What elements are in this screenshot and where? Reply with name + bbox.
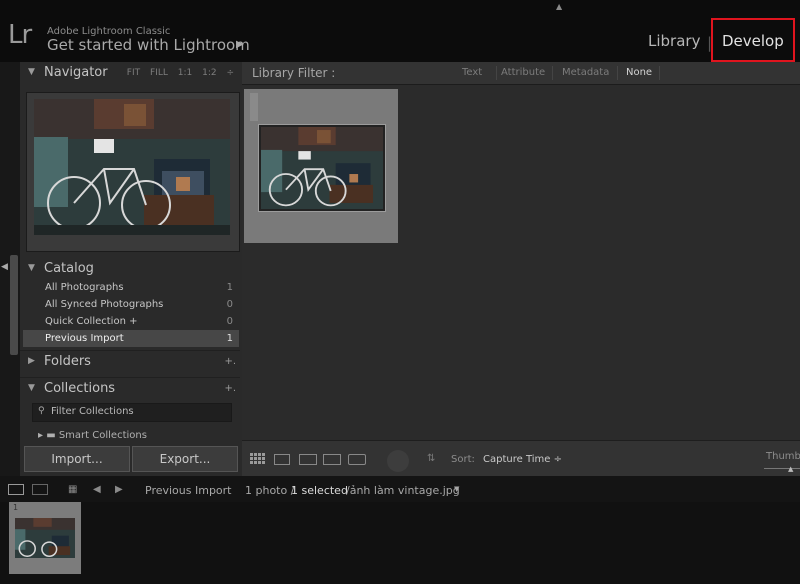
left-panel-scrollbar[interactable] xyxy=(10,255,18,355)
get-started-link[interactable]: Get started with Lightroom xyxy=(47,36,250,54)
filmstrip-bar: ▦ ◀ ▶ Previous Import 1 photo / 1 select… xyxy=(0,476,800,502)
filter-tab-divider xyxy=(496,66,497,80)
grid-cell[interactable] xyxy=(244,89,398,243)
filter-tab-divider xyxy=(552,66,553,80)
filter-tab-attribute[interactable]: Attribute xyxy=(501,67,545,78)
filmstrip-filename: /ảnh làm vintage.jpg xyxy=(346,484,460,497)
catalog-title: Catalog xyxy=(44,261,94,276)
folders-header[interactable]: ▶ Folders +. xyxy=(20,350,240,373)
cell-index-strip xyxy=(250,93,258,121)
main-window-icon[interactable] xyxy=(8,484,24,495)
filter-tab-text[interactable]: Text xyxy=(462,67,482,78)
library-filter-label: Library Filter : xyxy=(252,66,336,80)
catalog-header[interactable]: ▼ Catalog xyxy=(20,258,240,280)
filmstrip-photo-count: 1 photo / xyxy=(245,484,295,497)
sort-label: Sort: xyxy=(451,454,475,465)
filmstrip-index: 1 xyxy=(13,503,19,512)
search-icon: ⚲ xyxy=(38,406,45,416)
loupe-view-icon[interactable] xyxy=(274,454,290,465)
filmstrip-source[interactable]: Previous Import xyxy=(145,484,232,497)
collapse-triangle-icon[interactable]: ▼ xyxy=(28,383,35,393)
filmstrip-thumbnail[interactable] xyxy=(15,518,75,558)
collapse-left-panel-icon[interactable]: ◀ xyxy=(1,262,8,272)
thumbnail-size-slider[interactable] xyxy=(764,468,800,469)
zoom-1-2-option[interactable]: 1:2 xyxy=(202,68,216,78)
smart-collections-item[interactable]: ▸ ▬ Smart Collections xyxy=(38,430,238,439)
catalog-item-quick-collection[interactable]: Quick Collection + 0 xyxy=(23,313,239,330)
filmstrip-selected-count: 1 selected xyxy=(291,484,348,497)
library-toolbar: ⇅ Sort: Capture Time ÷ Thumbnails ▲ xyxy=(242,440,800,477)
navigator-preview[interactable] xyxy=(26,92,240,252)
slider-knob-icon[interactable]: ▲ xyxy=(788,465,793,473)
survey-view-icon[interactable] xyxy=(323,454,341,465)
filter-tab-none[interactable]: None xyxy=(626,67,652,78)
filter-tab-divider xyxy=(659,66,660,80)
folders-title: Folders xyxy=(44,354,91,369)
panel-toggle-up-icon[interactable]: ▲ xyxy=(556,2,562,11)
navigator-title: Navigator xyxy=(44,65,108,80)
import-button[interactable]: Import... xyxy=(24,446,130,472)
catalog-item-count: 0 xyxy=(226,299,233,310)
catalog-item-previous-import[interactable]: Previous Import 1 xyxy=(23,330,239,347)
grid-view xyxy=(242,85,800,440)
catalog-item-count: 0 xyxy=(226,316,233,327)
lightroom-logo: Lr xyxy=(8,20,32,50)
export-button[interactable]: Export... xyxy=(132,446,238,472)
back-arrow-icon[interactable]: ◀ xyxy=(93,484,101,495)
navigator-zoom-options: FIT FILL 1:1 1:2 ÷ xyxy=(120,68,234,78)
collections-header[interactable]: ▼ Collections +. xyxy=(20,377,240,400)
sort-direction-icon[interactable]: ⇅ xyxy=(427,453,435,464)
filmstrip: 1 xyxy=(0,502,800,584)
catalog-item-label: All Synced Photographs xyxy=(45,299,164,310)
catalog-item-all-photographs[interactable]: All Photographs 1 xyxy=(23,279,239,296)
grid-toggle-icon[interactable]: ▦ xyxy=(68,484,77,495)
catalog-item-count: 1 xyxy=(226,282,233,293)
module-library-link[interactable]: Library xyxy=(648,32,700,50)
navigator-header[interactable]: ▼ Navigator FIT FILL 1:1 1:2 ÷ xyxy=(20,62,240,84)
navigator-photo xyxy=(34,99,230,235)
develop-highlight-box xyxy=(711,18,795,62)
compare-view-icon[interactable] xyxy=(299,454,317,465)
collapse-triangle-icon[interactable]: ▼ xyxy=(28,67,35,77)
catalog-item-all-synced[interactable]: All Synced Photographs 0 xyxy=(23,296,239,313)
collapse-triangle-icon[interactable]: ▼ xyxy=(28,263,35,273)
filmstrip-cell[interactable]: 1 xyxy=(9,502,81,574)
filter-tab-metadata[interactable]: Metadata xyxy=(562,67,609,78)
add-folder-icon[interactable]: +. xyxy=(224,356,236,367)
play-arrow-icon[interactable]: ▶ xyxy=(236,39,244,50)
expand-triangle-icon[interactable]: ▶ xyxy=(28,356,35,366)
filter-tab-divider xyxy=(617,66,618,80)
grid-view-icon[interactable] xyxy=(250,453,266,466)
zoom-fit-option[interactable]: FIT xyxy=(127,68,140,78)
painter-spray-icon[interactable] xyxy=(387,450,409,472)
secondary-window-icon[interactable] xyxy=(32,484,48,495)
left-panel: ▼ Navigator FIT FILL 1:1 1:2 ÷ ▼ Catalog… xyxy=(20,62,242,476)
filter-collections-placeholder: Filter Collections xyxy=(51,406,134,417)
catalog-item-label: Previous Import xyxy=(45,333,124,344)
thumbnails-label: Thumbnails xyxy=(766,451,800,462)
zoom-1-1-option[interactable]: 1:1 xyxy=(178,68,192,78)
smart-collections-label: Smart Collections xyxy=(58,430,147,439)
filename-dropdown-icon[interactable]: ▼ xyxy=(454,485,459,493)
zoom-fill-option[interactable]: FILL xyxy=(150,68,168,78)
forward-arrow-icon[interactable]: ▶ xyxy=(115,484,123,495)
catalog-item-label: All Photographs xyxy=(45,282,124,293)
catalog-item-count: 1 xyxy=(226,333,233,344)
photo-thumbnail[interactable] xyxy=(258,124,386,212)
catalog-item-label: Quick Collection + xyxy=(45,316,138,327)
zoom-menu-icon[interactable]: ÷ xyxy=(226,68,234,78)
library-filter-bar: Library Filter : Text Attribute Metadata… xyxy=(242,62,800,85)
thumbnail-photo xyxy=(261,127,383,209)
filter-collections-input[interactable]: ⚲ Filter Collections xyxy=(32,403,232,422)
people-view-icon[interactable] xyxy=(348,454,366,465)
sort-criteria-select[interactable]: Capture Time ÷ xyxy=(483,454,562,465)
add-collection-icon[interactable]: +. xyxy=(224,383,236,394)
collections-title: Collections xyxy=(44,381,116,396)
